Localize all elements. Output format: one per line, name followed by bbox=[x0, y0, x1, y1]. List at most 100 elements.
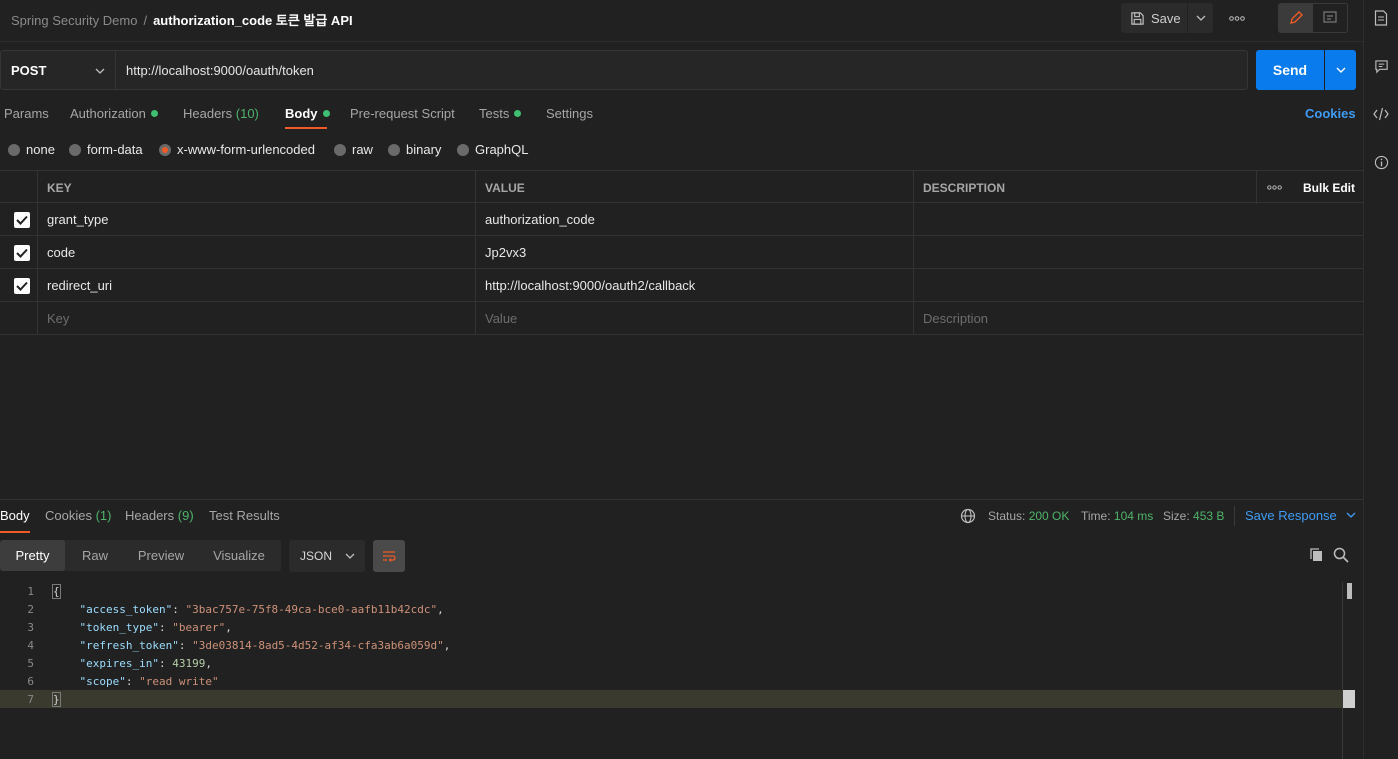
radio-form-data[interactable]: form-data bbox=[69, 142, 143, 157]
description-input[interactable]: Description bbox=[913, 302, 1363, 335]
save-button[interactable]: Save bbox=[1121, 3, 1187, 33]
response-tab-body[interactable]: Body bbox=[0, 508, 30, 523]
response-tab-test-results[interactable]: Test Results bbox=[209, 508, 280, 523]
time-value: 104 ms bbox=[1113, 509, 1154, 523]
json-value: "read write" bbox=[139, 674, 219, 688]
tab-label: Headers bbox=[183, 106, 233, 121]
code-text: "refresh_token": "3de03814-8ad5-4d52-af3… bbox=[79, 638, 451, 652]
active-response-tab-indicator bbox=[0, 531, 30, 533]
radio-selected-icon bbox=[159, 143, 171, 156]
chevron-down-icon bbox=[95, 68, 105, 74]
header-value: VALUE bbox=[475, 171, 913, 204]
cookies-link[interactable]: Cookies bbox=[1305, 106, 1356, 121]
code-snippet-button[interactable] bbox=[1373, 106, 1389, 122]
row-key[interactable]: grant_type bbox=[37, 203, 475, 236]
bulk-edit-button[interactable]: Bulk Edit bbox=[1291, 171, 1363, 204]
format-preview[interactable]: Preview bbox=[125, 540, 197, 571]
column-options-button[interactable] bbox=[1256, 171, 1291, 204]
globe-icon[interactable] bbox=[960, 508, 976, 524]
time-readout[interactable]: Time: 104 ms bbox=[1081, 509, 1153, 523]
status-label: Status: bbox=[988, 509, 1026, 523]
radio-graphql[interactable]: GraphQL bbox=[457, 142, 528, 157]
header-divider bbox=[0, 41, 1363, 42]
json-key: "scope" bbox=[79, 674, 126, 688]
value-input[interactable]: Value bbox=[475, 302, 913, 335]
editor-scrollbar-thumb[interactable] bbox=[1347, 583, 1352, 599]
row-checkbox[interactable] bbox=[0, 203, 37, 236]
text-cursor bbox=[1343, 690, 1355, 708]
right-sidebar bbox=[1363, 0, 1398, 759]
search-icon[interactable] bbox=[1333, 547, 1349, 563]
key-input[interactable]: Key bbox=[37, 302, 475, 335]
mode-toggle bbox=[1278, 3, 1348, 33]
tab-body[interactable]: Body bbox=[285, 106, 330, 121]
send-label: Send bbox=[1272, 62, 1308, 78]
radio-x-www-form-urlencoded[interactable]: x-www-form-urlencoded bbox=[159, 142, 315, 157]
copy-icon[interactable] bbox=[1308, 547, 1324, 563]
response-tab-cookies[interactable]: Cookies (1) bbox=[45, 508, 111, 523]
comment-mode-button[interactable] bbox=[1313, 4, 1347, 32]
wrap-lines-button[interactable] bbox=[373, 540, 405, 572]
line-number: 7 bbox=[27, 692, 34, 706]
row-key[interactable]: redirect_uri bbox=[37, 269, 475, 302]
row-description[interactable] bbox=[913, 203, 1363, 236]
response-language-select[interactable]: JSON bbox=[289, 540, 365, 572]
more-actions-button[interactable] bbox=[1222, 10, 1252, 26]
row-value[interactable]: Jp2vx3 bbox=[475, 236, 913, 269]
status-value: 200 OK bbox=[1028, 509, 1070, 523]
row-value[interactable]: http://localhost:9000/oauth2/callback bbox=[475, 269, 913, 302]
radio-none[interactable]: none bbox=[8, 142, 55, 157]
row-description[interactable] bbox=[913, 236, 1363, 269]
documentation-button[interactable] bbox=[1373, 10, 1389, 26]
breadcrumb-collection[interactable]: Spring Security Demo bbox=[11, 13, 137, 28]
method-select[interactable]: POST bbox=[0, 50, 116, 90]
comment-icon bbox=[1374, 59, 1388, 73]
row-checkbox[interactable] bbox=[0, 269, 37, 302]
row-description[interactable] bbox=[913, 269, 1363, 302]
size-readout[interactable]: Size: 453 B bbox=[1163, 509, 1224, 523]
send-button[interactable]: Send bbox=[1256, 50, 1324, 90]
tab-pre-request-script[interactable]: Pre-request Script bbox=[350, 106, 455, 121]
save-dropdown-button[interactable] bbox=[1188, 3, 1213, 33]
tab-settings[interactable]: Settings bbox=[546, 106, 593, 121]
send-dropdown-button[interactable] bbox=[1325, 50, 1356, 90]
line-number: 3 bbox=[27, 620, 34, 634]
save-icon bbox=[1131, 11, 1144, 25]
url-input[interactable]: http://localhost:9000/oauth/token bbox=[116, 50, 1248, 90]
status-readout[interactable]: Status: 200 OK bbox=[988, 509, 1069, 523]
main-panel: Spring Security Demo / authorization_code … bbox=[0, 0, 1363, 759]
tab-authorization[interactable]: Authorization bbox=[70, 106, 158, 121]
format-raw[interactable]: Raw bbox=[65, 540, 125, 571]
radio-raw[interactable]: raw bbox=[334, 142, 373, 157]
active-tab-indicator bbox=[285, 127, 327, 129]
status-divider bbox=[1234, 506, 1235, 526]
row-key[interactable]: code bbox=[37, 236, 475, 269]
format-pretty[interactable]: Pretty bbox=[0, 540, 65, 571]
comments-button[interactable] bbox=[1373, 58, 1389, 74]
header-description: DESCRIPTION bbox=[913, 171, 1256, 204]
info-button[interactable] bbox=[1373, 154, 1389, 170]
chevron-down-icon bbox=[345, 553, 355, 559]
tab-tests[interactable]: Tests bbox=[479, 106, 522, 121]
breadcrumb-separator: / bbox=[143, 13, 148, 28]
tab-headers[interactable]: Headers (10) bbox=[183, 106, 259, 121]
breadcrumb-request[interactable]: authorization_code 토큰 발급 API bbox=[153, 13, 353, 28]
code-icon bbox=[1373, 107, 1389, 121]
code-text: } bbox=[52, 691, 61, 707]
line-number: 4 bbox=[27, 638, 34, 652]
row-value[interactable]: authorization_code bbox=[475, 203, 913, 236]
response-format-tabs: Pretty Raw Preview Visualize bbox=[0, 540, 281, 571]
comment-icon bbox=[1323, 11, 1337, 23]
tab-params[interactable]: Params bbox=[4, 106, 49, 121]
table-row-empty: Key Value Description bbox=[0, 302, 1363, 335]
language-label: JSON bbox=[300, 549, 333, 563]
save-response-button[interactable]: Save Response bbox=[1245, 508, 1356, 523]
format-visualize[interactable]: Visualize bbox=[197, 540, 281, 571]
response-tab-headers[interactable]: Headers (9) bbox=[125, 508, 194, 523]
radio-icon bbox=[457, 143, 469, 156]
radio-binary[interactable]: binary bbox=[388, 142, 441, 157]
method-label: POST bbox=[11, 62, 47, 78]
size-value: 453 B bbox=[1193, 509, 1225, 523]
row-checkbox[interactable] bbox=[0, 236, 37, 269]
edit-mode-button[interactable] bbox=[1279, 4, 1313, 32]
